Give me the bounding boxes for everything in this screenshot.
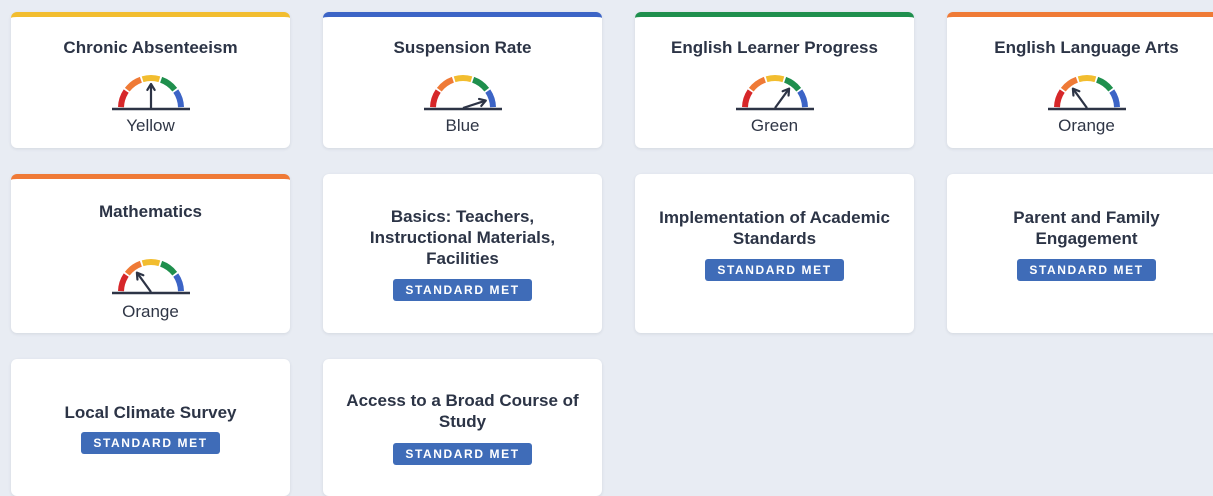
indicator-level: Green — [750, 116, 799, 135]
indicator-level: Blue — [445, 116, 480, 135]
indicator-title: Parent and Family Engagement — [1013, 208, 1160, 248]
gauge-segment — [117, 89, 129, 108]
status-badge: STANDARD MET — [1017, 259, 1156, 281]
indicator-title: Basics: Teachers, Instructional Material… — [369, 207, 556, 268]
gauge-segment — [141, 75, 160, 83]
status-badge: STANDARD MET — [393, 443, 532, 465]
indicator-level: Orange — [1058, 116, 1115, 135]
indicator-title: Mathematics — [99, 202, 202, 221]
indicator-title: Local Climate Survey — [64, 402, 237, 422]
gauge-icon — [111, 259, 190, 295]
gauge-segment — [1077, 75, 1096, 83]
indicator-title: Suspension Rate — [393, 38, 532, 57]
gauge-segment — [117, 273, 129, 292]
gauge-segment — [1108, 89, 1120, 108]
gauge-segment — [159, 76, 177, 92]
gauge-segment — [141, 259, 160, 267]
gauge-segment — [172, 273, 184, 292]
local-indicator-card-basics[interactable]: Basics: Teachers, Instructional Material… — [323, 174, 602, 333]
gauge-segment — [436, 76, 454, 92]
indicator-card-english-learner-progress[interactable]: English Learner Progress Green — [635, 12, 914, 148]
gauge-segment — [453, 75, 472, 83]
gauge-segment — [1095, 76, 1113, 92]
gauge-segment — [124, 76, 142, 92]
indicator-title: English Language Arts — [994, 38, 1179, 57]
gauge-segment — [1053, 89, 1065, 108]
local-indicator-card-academic-standards[interactable]: Implementation of Academic Standards STA… — [635, 174, 914, 333]
indicator-title: Access to a Broad Course of Study — [346, 391, 579, 431]
gauge-segment — [484, 89, 496, 108]
gauge-segment — [471, 76, 489, 92]
local-indicator-card-broad-course-of-study[interactable]: Access to a Broad Course of Study STANDA… — [323, 359, 602, 496]
gauge-segment — [741, 89, 753, 108]
gauge-segment — [1060, 76, 1078, 92]
gauge-icon — [1047, 75, 1126, 111]
local-indicator-card-parent-family-engagement[interactable]: Parent and Family Engagement STANDARD ME… — [947, 174, 1213, 333]
indicator-card-suspension-rate[interactable]: Suspension Rate Blue — [323, 12, 602, 148]
status-badge: STANDARD MET — [393, 279, 532, 301]
gauge-icon — [735, 75, 814, 111]
indicator-card-chronic-absenteeism[interactable]: Chronic Absenteeism Yellow — [11, 12, 290, 148]
indicator-level: Yellow — [126, 116, 175, 135]
gauge-segment — [124, 260, 142, 276]
gauge-segment — [429, 89, 441, 108]
gauge-icon — [111, 75, 190, 111]
indicator-card-english-language-arts[interactable]: English Language Arts Orange — [947, 12, 1213, 148]
indicator-level: Orange — [122, 302, 179, 321]
gauge-segment — [159, 260, 177, 276]
status-badge: STANDARD MET — [705, 259, 844, 281]
gauge-segment — [796, 89, 808, 108]
indicator-card-mathematics[interactable]: Mathematics Orange — [11, 174, 290, 333]
status-badge: STANDARD MET — [81, 431, 220, 454]
gauge-segment — [172, 89, 184, 108]
gauge-segment — [748, 76, 766, 92]
gauge-segment — [783, 76, 801, 92]
gauge-icon — [423, 75, 502, 111]
gauge-segment — [765, 75, 784, 83]
indicator-title: Chronic Absenteeism — [63, 38, 238, 57]
local-indicator-card-local-climate-survey[interactable]: Local Climate Survey STANDARD MET — [11, 359, 290, 496]
indicator-title: Implementation of Academic Standards — [659, 208, 890, 248]
indicator-title: English Learner Progress — [671, 38, 878, 57]
